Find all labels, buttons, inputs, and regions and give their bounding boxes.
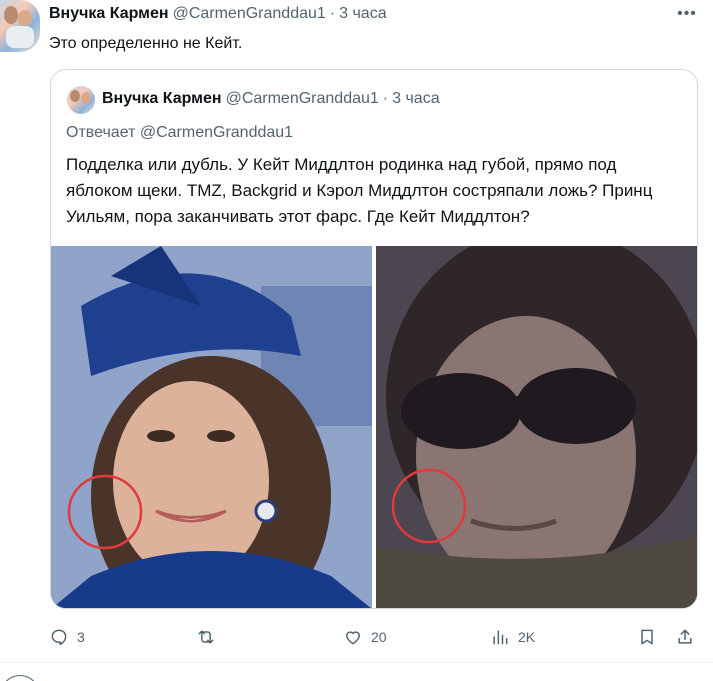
avatar-figure bbox=[18, 10, 32, 26]
quoted-author-name: Внучка Кармен bbox=[102, 90, 222, 107]
author-handle[interactable]: @CarmenGranddau1 bbox=[173, 5, 326, 23]
more-options-icon[interactable]: ••• bbox=[673, 4, 701, 24]
replying-to-label: Отвечает bbox=[66, 124, 136, 141]
share-button[interactable] bbox=[675, 625, 695, 649]
separator: · bbox=[329, 5, 336, 22]
bookmark-button[interactable] bbox=[637, 625, 657, 649]
like-button[interactable]: 20 bbox=[343, 625, 387, 649]
share-icon bbox=[678, 629, 692, 644]
heart-icon bbox=[346, 631, 360, 645]
bookmark-icon bbox=[641, 629, 653, 645]
reply-count: 3 bbox=[77, 629, 85, 645]
timestamp[interactable]: 3 часа bbox=[339, 5, 386, 23]
photo-left[interactable] bbox=[51, 246, 372, 608]
views-icon bbox=[493, 630, 508, 645]
reply-icon bbox=[51, 629, 67, 646]
replying-to: Отвечает @CarmenGranddau1 bbox=[66, 124, 293, 142]
photo-right[interactable] bbox=[376, 246, 697, 608]
tweet-header: Внучка Кармен @CarmenGranddau1 · 3 часа bbox=[49, 4, 387, 24]
next-tweet-avatar[interactable] bbox=[0, 675, 40, 681]
author-avatar[interactable] bbox=[0, 0, 40, 52]
reply-button[interactable]: 3 bbox=[49, 625, 85, 649]
media-grid bbox=[51, 246, 697, 608]
quoted-timestamp: 3 часа bbox=[392, 90, 440, 107]
quoted-tweet[interactable]: Внучка Кармен @CarmenGranddau1 · 3 часа … bbox=[50, 69, 698, 609]
photo-right-illustration bbox=[376, 246, 697, 608]
retweet-button[interactable] bbox=[196, 625, 224, 649]
tweet-text: Это определенно не Кейт. bbox=[49, 35, 243, 52]
avatar-figure bbox=[4, 6, 18, 24]
views-button[interactable]: 2K bbox=[490, 625, 535, 649]
retweet-icon bbox=[198, 630, 214, 644]
avatar-figure bbox=[70, 90, 80, 102]
quoted-author-handle: @CarmenGranddau1 bbox=[225, 90, 379, 107]
avatar-figure bbox=[81, 92, 91, 104]
quoted-tweet-text: Подделка или дубль. У Кейт Миддлтон роди… bbox=[66, 155, 653, 226]
divider bbox=[0, 662, 713, 663]
replying-to-mention[interactable]: @CarmenGranddau1 bbox=[140, 124, 293, 141]
tweet: Внучка Кармен @CarmenGranddau1 · 3 часа … bbox=[0, 0, 713, 662]
author-name[interactable]: Внучка Кармен bbox=[49, 5, 169, 23]
quoted-author-avatar bbox=[67, 86, 95, 114]
separator: · bbox=[382, 90, 389, 107]
action-bar: 3 20 2K bbox=[49, 625, 699, 649]
photo-left-illustration bbox=[51, 246, 372, 608]
like-count: 20 bbox=[371, 629, 387, 645]
quoted-tweet-header: Внучка Кармен @CarmenGranddau1 · 3 часа bbox=[102, 88, 440, 110]
avatar-figure bbox=[6, 26, 34, 48]
views-count: 2K bbox=[518, 629, 536, 645]
